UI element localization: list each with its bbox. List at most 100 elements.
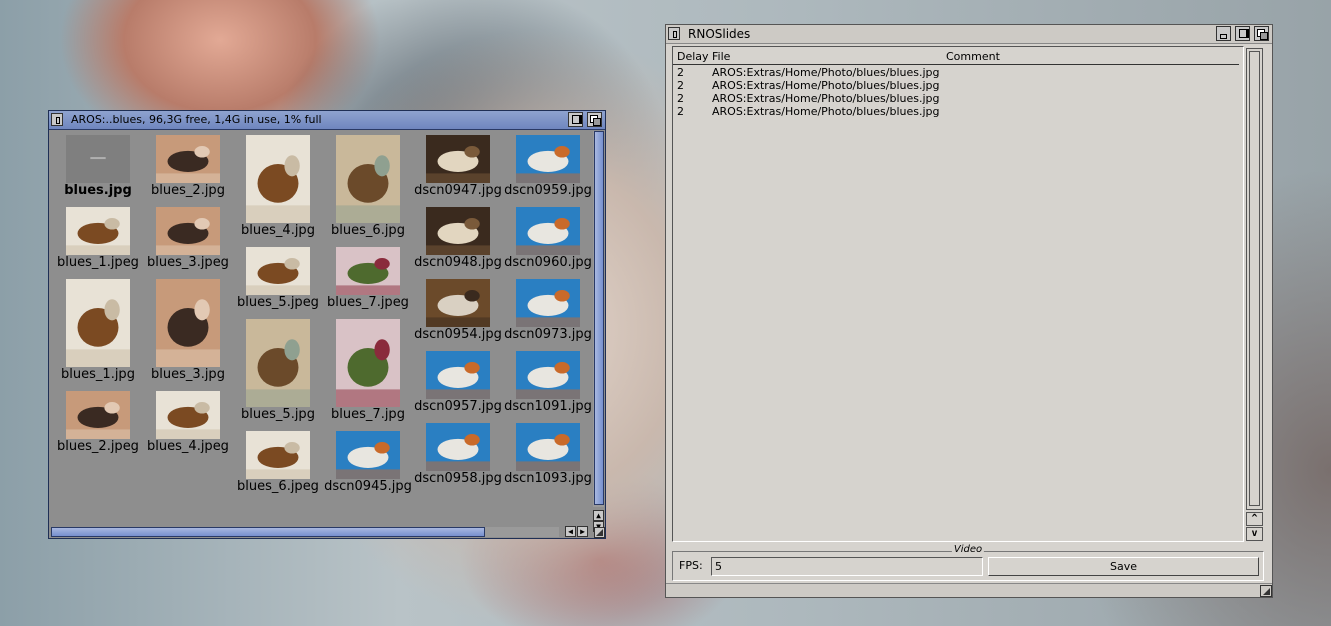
file-icon[interactable]: dscn0954.jpg [413,279,503,342]
scroll-right-arrow-icon[interactable]: ▶ [577,526,588,537]
drawer-titlebar[interactable]: AROS:..blues, 96,3G free, 1,4G in use, 1… [49,111,605,130]
file-icon[interactable]: dscn0973.jpg [503,279,593,342]
depth-gadget-icon[interactable] [1254,26,1269,41]
photo-thumbnail-icon [336,247,400,295]
close-gadget-icon[interactable] [51,113,63,126]
iconify-gadget-icon[interactable] [1216,26,1231,41]
scroll-left-arrow-icon[interactable]: ◀ [565,526,576,537]
file-icon[interactable]: blues_1.jpg [53,279,143,382]
file-icon-label: dscn0960.jpg [504,255,592,270]
file-icon[interactable]: blues_3.jpg [143,279,233,382]
drawer-vertical-scroll-knob[interactable] [594,131,604,505]
drawer-vertical-scrollbar[interactable] [593,131,604,507]
file-icon-label: dscn0958.jpg [414,471,502,486]
photo-thumbnail-icon [246,431,310,479]
drawer-resize-gadget-icon[interactable] [594,527,605,538]
slide-row[interactable]: 2 AROS:Extras/Home/Photo/blues/blues.jpg [673,92,1239,105]
file-icon-label: blues_6.jpg [331,223,405,238]
zoom-gadget-icon[interactable] [568,112,583,127]
list-scroll-up-button[interactable]: ^ [1246,512,1263,526]
file-icon[interactable]: blues_3.jpeg [143,207,233,270]
zoom-gadget-icon[interactable] [1235,26,1250,41]
file-icon-label: dscn0959.jpg [504,183,592,198]
file-icon[interactable]: blues_7.jpg [323,319,413,422]
file-icon[interactable]: blues_6.jpg [323,135,413,238]
slides-list-scroll-knob[interactable] [1249,51,1260,506]
file-icon[interactable]: dscn1093.jpg [503,423,593,486]
slides-list-scrollbar[interactable] [1246,48,1263,510]
file-icon-label: dscn0948.jpg [414,255,502,270]
photo-thumbnail-icon [66,135,130,183]
video-group-title: Video [951,544,985,556]
file-icon[interactable]: blues_5.jpeg [233,247,323,310]
column-delay[interactable]: Delay [677,47,709,66]
close-gadget-icon[interactable] [668,27,680,40]
photo-thumbnail-icon [246,247,310,295]
file-icon-label: blues_6.jpeg [237,479,319,494]
file-icon[interactable]: blues_5.jpg [233,319,323,422]
file-icon[interactable]: dscn0960.jpg [503,207,593,270]
photo-thumbnail-icon [516,351,580,399]
slide-row[interactable]: 2 AROS:Extras/Home/Photo/blues/blues.jpg [673,105,1239,118]
slide-file: AROS:Extras/Home/Photo/blues/blues.jpg [712,105,940,118]
file-icon[interactable]: dscn0947.jpg [413,135,503,198]
drawer-horizontal-scrollbar[interactable] [51,527,559,537]
drawer-horizontal-scroll-knob[interactable] [51,527,485,537]
photo-thumbnail-icon [426,351,490,399]
file-icon[interactable]: blues_4.jpeg [143,391,233,454]
drawer-title: AROS:..blues, 96,3G free, 1,4G in use, 1… [71,113,322,126]
file-icon[interactable]: dscn0959.jpg [503,135,593,198]
photo-thumbnail-icon [66,391,130,439]
file-icon[interactable]: dscn0945.jpg [323,431,413,494]
rnoslides-resize-gadget-icon[interactable] [1260,585,1272,597]
fps-input[interactable] [711,557,983,576]
file-icon-label: blues_5.jpg [241,407,315,422]
photo-thumbnail-icon [516,423,580,471]
slide-delay: 2 [677,66,684,79]
photo-thumbnail-icon [426,279,490,327]
file-icon-label: dscn0954.jpg [414,327,502,342]
drawer-window[interactable]: AROS:..blues, 96,3G free, 1,4G in use, 1… [48,110,606,539]
file-icon-label: dscn0945.jpg [324,479,412,494]
file-icon-label: blues_4.jpeg [147,439,229,454]
column-comment[interactable]: Comment [946,47,1000,66]
file-icon[interactable]: blues_6.jpeg [233,431,323,494]
file-icon-label: blues_3.jpeg [147,255,229,270]
slide-row[interactable]: 2 AROS:Extras/Home/Photo/blues/blues.jpg [673,79,1239,92]
file-icon[interactable]: blues_2.jpg [143,135,233,198]
file-icon[interactable]: dscn0948.jpg [413,207,503,270]
save-button[interactable]: Save [988,557,1259,576]
slides-list[interactable]: Delay File Comment 2 AROS:Extras/Home/Pho… [672,46,1244,542]
icon-area[interactable]: blues.jpg blues_1.jpeg blues_1.jpg blues_2.… [51,131,594,526]
rnoslides-window[interactable]: RNOSlides Delay File Comment 2 AROS:Extra… [665,24,1273,598]
column-file[interactable]: File [712,47,730,66]
file-icon-label: blues.jpg [64,183,132,198]
file-icon-label: blues_1.jpg [61,367,135,382]
depth-gadget-icon[interactable] [587,112,602,127]
scroll-up-arrow-icon[interactable]: ▲ [593,510,604,521]
slides-list-header: Delay File Comment [673,47,1239,65]
file-icon-label: dscn1093.jpg [504,471,592,486]
list-scroll-down-button[interactable]: v [1246,527,1263,541]
file-icon-label: blues_5.jpeg [237,295,319,310]
file-icon-label: blues_2.jpg [151,183,225,198]
file-icon[interactable]: blues_1.jpeg [53,207,143,270]
file-icon[interactable]: dscn0958.jpg [413,423,503,486]
slide-delay: 2 [677,79,684,92]
slide-row[interactable]: 2 AROS:Extras/Home/Photo/blues/blues.jpg [673,66,1239,79]
file-icon[interactable]: blues.jpg [53,135,143,198]
file-icon-label: blues_2.jpeg [57,439,139,454]
file-icon-label: dscn0973.jpg [504,327,592,342]
file-icon[interactable]: dscn0957.jpg [413,351,503,414]
photo-thumbnail-icon [426,423,490,471]
file-icon[interactable]: blues_7.jpeg [323,247,413,310]
file-icon[interactable]: dscn1091.jpg [503,351,593,414]
slide-file: AROS:Extras/Home/Photo/blues/blues.jpg [712,92,940,105]
rnoslides-titlebar[interactable]: RNOSlides [666,25,1272,44]
file-icon-label: blues_7.jpeg [327,295,409,310]
photo-thumbnail-icon [156,391,220,439]
file-icon[interactable]: blues_4.jpg [233,135,323,238]
video-group: Video FPS: Save [672,544,1264,581]
file-icon[interactable]: blues_2.jpeg [53,391,143,454]
file-icon-label: blues_4.jpg [241,223,315,238]
